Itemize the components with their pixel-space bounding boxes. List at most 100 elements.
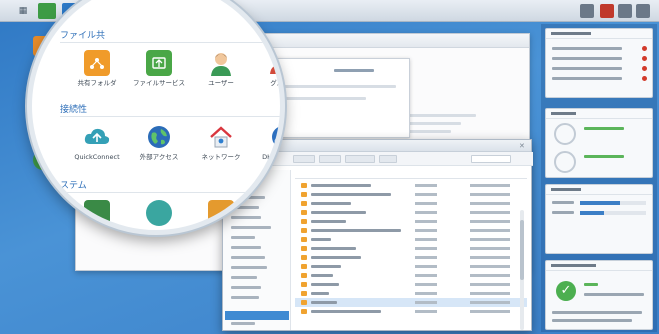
file-row[interactable] bbox=[295, 271, 527, 280]
dialog-line bbox=[334, 69, 374, 72]
cpu-gauge bbox=[554, 123, 576, 145]
toolbar-button[interactable] bbox=[345, 155, 375, 163]
widget-header bbox=[546, 261, 652, 271]
theme-app[interactable] bbox=[130, 200, 188, 226]
widget-row bbox=[552, 47, 622, 50]
section-divider bbox=[60, 116, 280, 117]
file-list-scrollbar[interactable] bbox=[520, 210, 524, 330]
widget-header bbox=[546, 185, 652, 195]
widget-row bbox=[552, 211, 574, 214]
tree-item[interactable] bbox=[231, 246, 261, 249]
memory-gauge bbox=[554, 151, 576, 173]
regional-options-app[interactable] bbox=[192, 200, 250, 226]
shared-folder-app[interactable]: 共有フォルダ bbox=[68, 50, 126, 87]
tree-item[interactable] bbox=[231, 286, 261, 289]
status-dot bbox=[642, 76, 647, 81]
close-icon[interactable]: ✕ bbox=[519, 142, 527, 150]
file-list-header bbox=[295, 170, 527, 179]
setting-line bbox=[406, 130, 451, 133]
status-dot bbox=[642, 56, 647, 61]
volume-usage-bar bbox=[580, 211, 646, 215]
file-list bbox=[295, 170, 527, 330]
system-health-widget bbox=[545, 28, 653, 98]
widget-header bbox=[546, 29, 652, 39]
external-access-app[interactable]: 外部アクセス bbox=[130, 124, 188, 161]
tree-item-selected[interactable] bbox=[225, 311, 289, 320]
toolbar-button[interactable] bbox=[319, 155, 341, 163]
tree-item[interactable] bbox=[231, 236, 255, 239]
file-row[interactable] bbox=[295, 262, 527, 271]
tree-item[interactable] bbox=[231, 276, 257, 279]
file-services-icon bbox=[146, 50, 172, 76]
network-app[interactable]: ネットワーク bbox=[192, 124, 250, 161]
connection-status-widget: ✓ bbox=[545, 260, 653, 330]
main-menu-grid-icon[interactable]: ▦ bbox=[14, 3, 32, 19]
info-center-app[interactable] bbox=[68, 200, 126, 226]
tree-item[interactable] bbox=[231, 296, 259, 299]
file-row[interactable] bbox=[295, 253, 527, 262]
status-dot bbox=[642, 66, 647, 71]
file-row[interactable] bbox=[295, 190, 527, 199]
app-label: ネットワーク bbox=[201, 153, 241, 161]
magnifier-lens: ファイル共 共有フォルダ ファイルサービス ユーザー グループ 接 bbox=[27, 0, 285, 235]
section-title-system: ステム bbox=[60, 181, 87, 191]
user-app[interactable]: ユーザー bbox=[192, 50, 250, 87]
widget-row bbox=[552, 319, 632, 322]
toolbar-button[interactable] bbox=[379, 155, 397, 163]
setting-line bbox=[406, 122, 461, 125]
widget-header bbox=[546, 109, 652, 119]
user-icon bbox=[208, 50, 234, 76]
volume-usage-bar bbox=[580, 201, 646, 205]
app-label: ユーザー bbox=[208, 79, 234, 87]
widget-row bbox=[552, 77, 622, 80]
section-divider bbox=[60, 42, 280, 43]
external-access-globe-icon bbox=[146, 124, 172, 150]
file-row[interactable] bbox=[295, 289, 527, 298]
quickconnect-app[interactable]: QuickConnect bbox=[68, 124, 126, 161]
file-services-app[interactable]: ファイルサービス bbox=[130, 50, 188, 87]
file-row[interactable] bbox=[295, 280, 527, 289]
storage-widget bbox=[545, 184, 653, 254]
widget-row bbox=[552, 57, 622, 60]
file-row[interactable] bbox=[295, 244, 527, 253]
user-menu-icon[interactable] bbox=[618, 4, 632, 18]
toolbar-button[interactable] bbox=[293, 155, 315, 163]
app-label: 共有フォルダ bbox=[77, 79, 117, 87]
regional-options-icon bbox=[208, 200, 234, 226]
widget-row bbox=[552, 67, 622, 70]
file-row[interactable] bbox=[295, 181, 527, 190]
tree-item[interactable] bbox=[231, 256, 265, 259]
file-row[interactable] bbox=[295, 217, 527, 226]
file-row[interactable] bbox=[295, 208, 527, 217]
widgets-panel: ✓ bbox=[541, 24, 657, 332]
quickconnect-cloud-icon bbox=[84, 124, 110, 150]
gauge-value bbox=[584, 127, 624, 130]
alert-icon[interactable] bbox=[600, 4, 614, 18]
widget-row bbox=[552, 311, 642, 314]
theme-icon bbox=[146, 200, 172, 226]
search-icon[interactable] bbox=[636, 4, 650, 18]
resource-monitor-widget bbox=[545, 108, 653, 178]
notification-icon[interactable] bbox=[580, 4, 594, 18]
widget-row bbox=[584, 293, 644, 296]
app-label: グループ bbox=[270, 79, 284, 87]
setting-line bbox=[406, 114, 476, 117]
file-row[interactable] bbox=[295, 199, 527, 208]
section-title-file-sharing: ファイル共 bbox=[60, 31, 106, 41]
app-label: ファイルサービス bbox=[133, 79, 185, 87]
shared-folder-icon bbox=[84, 50, 110, 76]
magnified-control-panel: ファイル共 共有フォルダ ファイルサービス ユーザー グループ 接 bbox=[32, 0, 284, 230]
file-row-selected[interactable] bbox=[295, 298, 527, 307]
tree-item[interactable] bbox=[231, 266, 267, 269]
file-row[interactable] bbox=[295, 307, 527, 316]
file-row[interactable] bbox=[295, 235, 527, 244]
app-label: QuickConnect bbox=[74, 153, 120, 161]
tree-item[interactable] bbox=[231, 322, 255, 325]
section-title-connectivity: 接続性 bbox=[60, 105, 88, 115]
search-input[interactable] bbox=[471, 155, 511, 163]
info-center-icon bbox=[84, 200, 110, 226]
app-label: 外部アクセス bbox=[139, 153, 179, 161]
file-row[interactable] bbox=[295, 226, 527, 235]
status-dot bbox=[642, 46, 647, 51]
network-house-icon bbox=[208, 124, 234, 150]
